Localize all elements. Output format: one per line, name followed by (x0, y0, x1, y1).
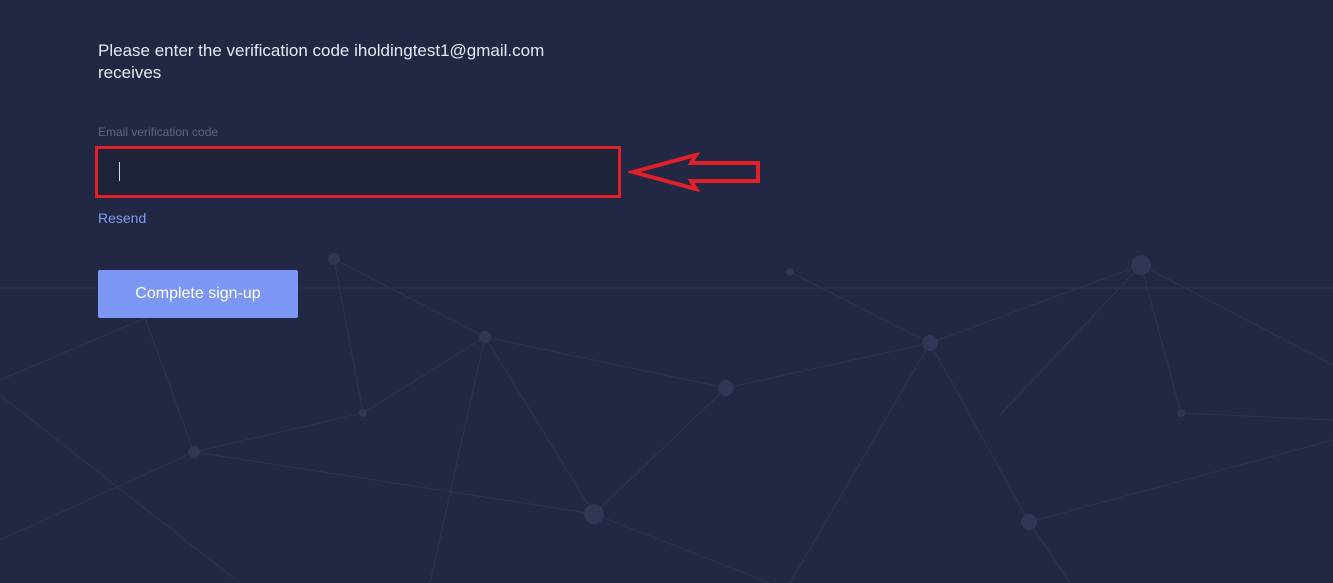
email-code-label: Email verification code (98, 125, 219, 139)
complete-signup-button[interactable]: Complete sign-up (98, 270, 298, 318)
resend-link[interactable]: Resend (98, 210, 146, 226)
arrow-left-icon (628, 151, 760, 193)
signup-verification-page: Please enter the verification code ihold… (0, 0, 1333, 583)
text-caret (119, 162, 120, 181)
email-code-field-wrapper (95, 146, 621, 198)
email-code-input[interactable] (98, 149, 618, 195)
verification-instruction: Please enter the verification code ihold… (98, 41, 545, 82)
